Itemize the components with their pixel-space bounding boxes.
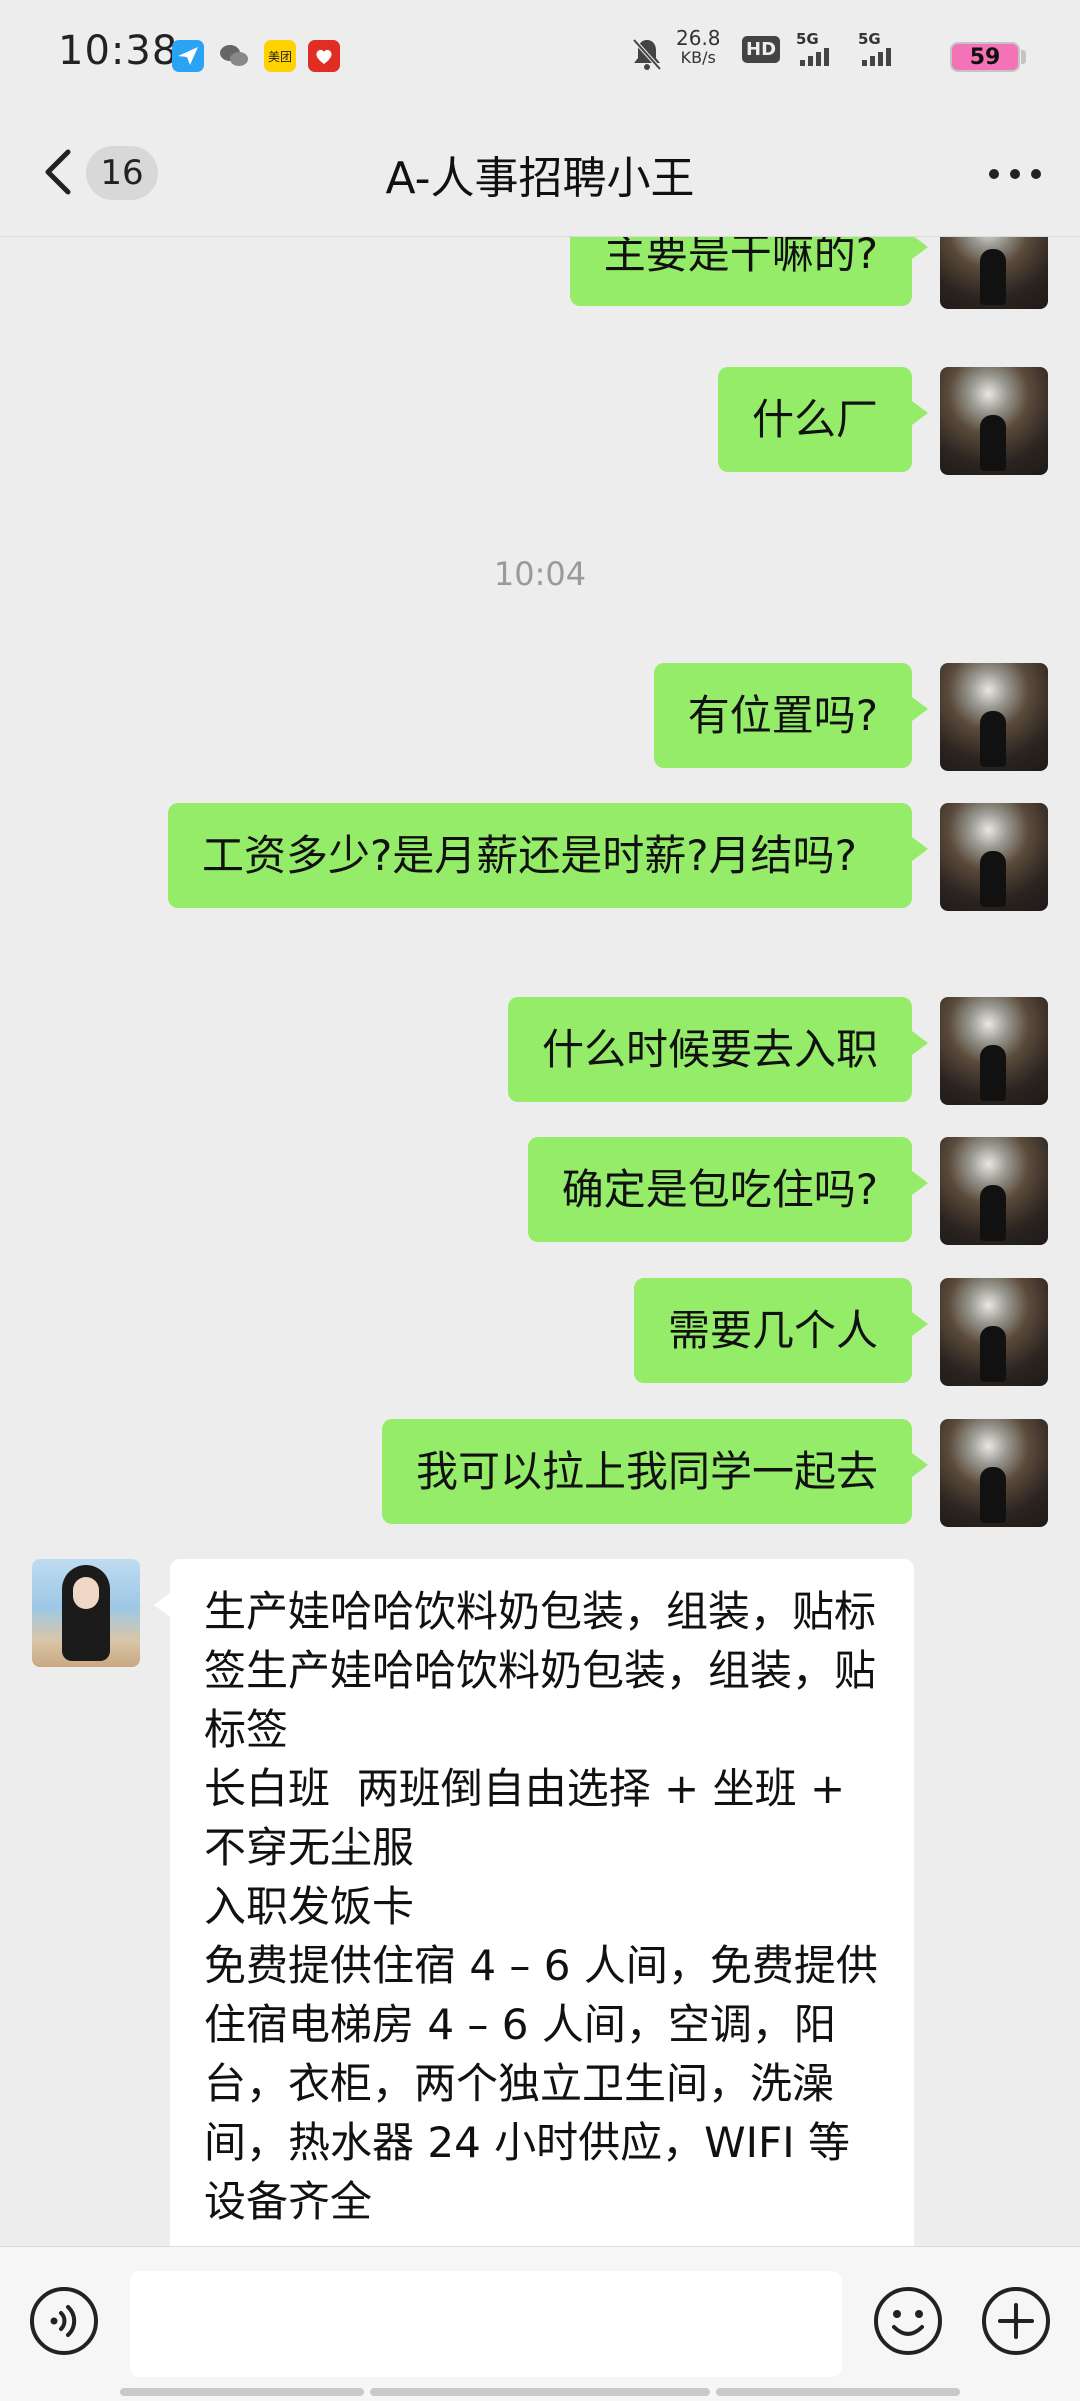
self-avatar[interactable]	[940, 1419, 1048, 1527]
message-bubble[interactable]: 我可以拉上我同学一起去	[381, 1419, 929, 1524]
network-speed-unit: KB/s	[680, 48, 716, 67]
self-avatar[interactable]	[940, 1278, 1048, 1386]
message-bubble[interactable]: 确定是包吃住吗?	[527, 1137, 929, 1242]
chat-header: 16 A-人事招聘小王	[0, 112, 1080, 237]
hd-label: HD	[742, 36, 781, 63]
smiley-icon	[874, 2287, 942, 2355]
self-avatar[interactable]	[940, 367, 1048, 475]
message-row: 我可以拉上我同学一起去	[0, 1419, 1080, 1527]
emoji-button[interactable]	[872, 2285, 944, 2357]
input-bar	[0, 2246, 1080, 2401]
message-row: 什么时候要去入职	[0, 997, 1080, 1105]
more-button[interactable]	[980, 154, 1050, 194]
gesture-bar-center	[370, 2388, 710, 2396]
gesture-bar-left	[120, 2388, 364, 2396]
message-row: 什么厂	[0, 367, 1080, 475]
self-avatar[interactable]	[940, 237, 1048, 309]
network-speed-value: 26.8	[676, 26, 721, 50]
gesture-bar-right	[716, 2388, 960, 2396]
signal-icon-1: 5G	[796, 30, 836, 66]
mute-bell-icon	[630, 36, 664, 76]
chat-title: A-人事招聘小王	[385, 153, 695, 204]
signal-2-label: 5G	[858, 30, 881, 48]
message-bubble[interactable]: 生产娃哈哈饮料奶包装，组装，贴标签生产娃哈哈饮料奶包装，组装，贴标签 长白班 两…	[154, 1559, 914, 2246]
message-row: 确定是包吃住吗?	[0, 1137, 1080, 1245]
message-input[interactable]	[130, 2271, 842, 2377]
self-avatar[interactable]	[940, 997, 1048, 1105]
battery-indicator: 59	[950, 42, 1020, 72]
pinduoduo-icon	[308, 40, 340, 72]
battery-tip	[1021, 50, 1026, 64]
status-indicators: 26.8 KB/s HD 5G 5G 59	[620, 28, 1080, 80]
message-row: 有位置吗?	[0, 663, 1080, 771]
meituan-label: 美团	[267, 49, 292, 64]
meituan-icon: 美团	[264, 40, 296, 72]
message-row: 工资多少?是月薪还是时薪?月结吗?	[0, 803, 1080, 965]
message-row: 需要几个人	[0, 1278, 1080, 1386]
more-actions-button[interactable]	[980, 2285, 1052, 2357]
contact-avatar[interactable]	[32, 1559, 140, 1667]
chat-message-list[interactable]: 主要是干嘛的? 什么厂 10:04 有位置吗? 工资多少?是月薪还是时薪?月结吗…	[0, 237, 1080, 2246]
more-dots-icon	[989, 169, 1041, 179]
network-speed: 26.8 KB/s	[676, 28, 721, 68]
self-avatar[interactable]	[940, 663, 1048, 771]
message-row: 主要是干嘛的?	[0, 237, 1080, 309]
message-row: 生产娃哈哈饮料奶包装，组装，贴标签生产娃哈哈饮料奶包装，组装，贴标签 长白班 两…	[0, 1559, 1080, 2246]
timestamp-separator: 10:04	[493, 555, 587, 593]
signal-icon-2: 5G	[858, 30, 898, 66]
self-avatar[interactable]	[940, 1137, 1048, 1245]
message-bubble[interactable]: 工资多少?是月薪还是时薪?月结吗?	[168, 803, 928, 908]
message-bubble[interactable]: 主要是干嘛的?	[569, 237, 929, 306]
plus-icon	[982, 2287, 1050, 2355]
status-time: 10:38	[58, 28, 179, 74]
voice-icon	[30, 2287, 98, 2355]
send-icon	[172, 40, 204, 72]
status-bar: 10:38 美团 26.8 KB/s HD 5G 5G 59	[0, 0, 1080, 112]
signal-1-label: 5G	[796, 30, 819, 48]
voice-button[interactable]	[28, 2285, 100, 2357]
message-bubble[interactable]: 什么时候要去入职	[507, 997, 929, 1102]
self-avatar[interactable]	[940, 803, 1048, 911]
message-bubble[interactable]: 需要几个人	[633, 1278, 929, 1383]
message-bubble[interactable]: 有位置吗?	[653, 663, 929, 768]
message-bubble[interactable]: 什么厂	[717, 367, 929, 472]
wechat-icon	[218, 40, 250, 72]
hd-icon: HD	[742, 36, 781, 63]
